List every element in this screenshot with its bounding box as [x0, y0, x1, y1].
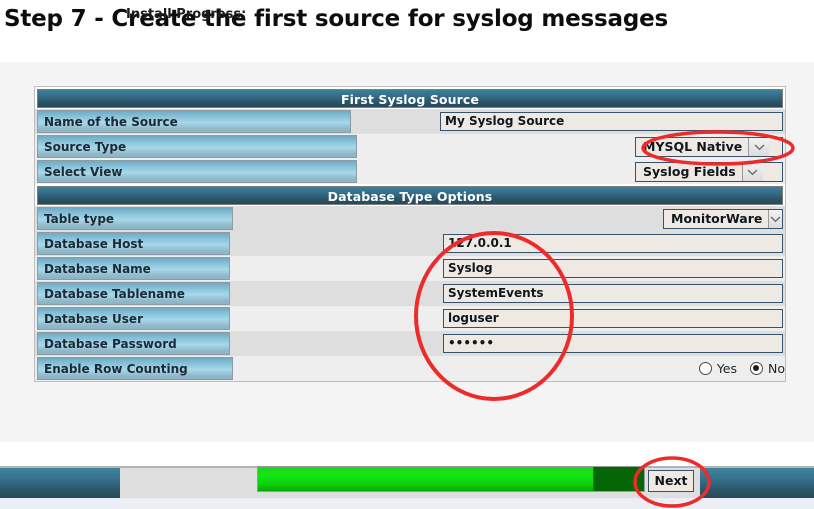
chevron-down-icon[interactable]: [748, 137, 770, 156]
form-row-table-type: Table type MonitorWare: [35, 206, 785, 231]
toolbar-left-decoration: [0, 468, 120, 498]
table-type-selected-value: MonitorWare: [671, 211, 763, 226]
label-enable-row-counting: Enable Row Counting: [37, 357, 233, 380]
form-row-database-tablename: Database Tablename: [35, 281, 785, 306]
value-cell-source-name: [352, 109, 785, 134]
label-database-tablename: Database Tablename: [37, 282, 230, 305]
label-table-type: Table type: [37, 207, 233, 230]
form-row-database-name: Database Name: [35, 256, 785, 281]
next-button[interactable]: Next: [648, 470, 694, 492]
toolbar-right-decoration: [700, 468, 814, 498]
label-database-host: Database Host: [37, 232, 230, 255]
label-select-view: Select View: [37, 160, 357, 183]
value-cell-database-password: [231, 331, 785, 356]
value-cell-database-host: [231, 231, 785, 256]
label-database-name: Database Name: [37, 257, 230, 280]
database-user-input[interactable]: [443, 309, 783, 328]
form-row-database-user: Database User: [35, 306, 785, 331]
label-database-password: Database Password: [37, 332, 230, 355]
chevron-down-icon[interactable]: [741, 162, 763, 181]
form-row-source-type: Source Type MYSQL Native: [35, 134, 785, 159]
select-view-dropdown[interactable]: Syslog Fields: [635, 161, 783, 182]
wizard-panel: First Syslog Source Name of the Source S…: [0, 62, 814, 442]
section-header-database-type-options: Database Type Options: [37, 186, 783, 205]
value-cell-database-user: [231, 306, 785, 331]
value-cell-table-type: MonitorWare: [234, 206, 785, 231]
chevron-down-icon[interactable]: [768, 209, 782, 228]
form-row-source-name: Name of the Source: [35, 109, 785, 134]
label-source-type: Source Type: [37, 135, 357, 158]
value-cell-select-view: Syslog Fields: [358, 159, 785, 184]
database-host-input[interactable]: [443, 234, 783, 253]
source-type-selected-value: MYSQL Native: [643, 139, 743, 154]
database-name-input[interactable]: [443, 259, 783, 278]
value-cell-source-type: MYSQL Native: [358, 134, 785, 159]
label-name-of-the-source: Name of the Source: [37, 110, 351, 133]
page-title: Step 7 - Create the first source for sys…: [4, 6, 668, 32]
select-view-selected-value: Syslog Fields: [643, 164, 736, 179]
enable-row-counting-radio-group[interactable]: Yes No: [698, 361, 785, 376]
radio-label-no: No: [768, 361, 785, 376]
form-row-select-view: Select View Syslog Fields: [35, 159, 785, 184]
radio-label-yes: Yes: [716, 361, 737, 376]
value-cell-enable-row-counting: Yes No: [234, 356, 785, 381]
form-row-database-password: Database Password: [35, 331, 785, 356]
configuration-form: First Syslog Source Name of the Source S…: [34, 86, 786, 382]
form-row-enable-row-counting: Enable Row Counting Yes No: [35, 356, 785, 381]
source-type-dropdown[interactable]: MYSQL Native: [635, 136, 783, 157]
table-type-dropdown[interactable]: MonitorWare: [663, 208, 783, 229]
value-cell-database-name: [231, 256, 785, 281]
install-progress-bar: [257, 466, 645, 492]
radio-yes[interactable]: [698, 362, 712, 375]
install-progress-fill: [258, 467, 594, 491]
footer-strip: [0, 498, 814, 509]
section-header-first-syslog-source: First Syslog Source: [37, 89, 783, 108]
install-progress-label: Install Progress:: [126, 7, 247, 22]
database-tablename-input[interactable]: [443, 284, 783, 303]
value-cell-database-tablename: [231, 281, 785, 306]
form-row-database-host: Database Host: [35, 231, 785, 256]
database-password-input[interactable]: [443, 334, 783, 353]
source-name-input[interactable]: [440, 112, 783, 131]
radio-no[interactable]: [750, 362, 763, 375]
label-database-user: Database User: [37, 307, 230, 330]
